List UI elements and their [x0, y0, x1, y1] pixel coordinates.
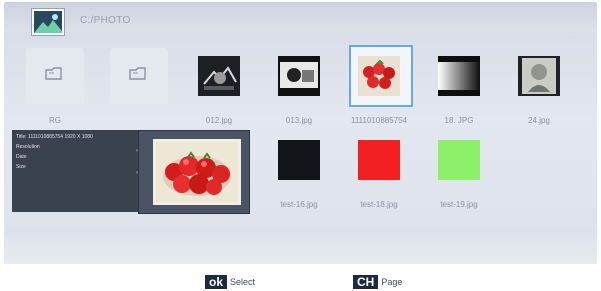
page-indicator: · ·	[567, 35, 573, 41]
folder-tile[interactable]	[110, 48, 168, 104]
photo-thumbnail	[438, 140, 480, 180]
photo-thumbnail	[438, 56, 480, 96]
tile-caption: 1111010885754	[350, 116, 408, 125]
photo-thumbnail	[358, 56, 400, 96]
photo-tile-013[interactable]	[270, 48, 328, 104]
tile-caption: RG	[49, 116, 61, 125]
tile-caption: test-16.jpg	[280, 200, 318, 209]
preview-panel	[138, 130, 250, 214]
bottom-area	[4, 228, 597, 264]
photo-app-icon	[32, 9, 64, 35]
ok-key: ok	[205, 274, 228, 289]
tile-caption: test-19.jpg	[440, 200, 478, 209]
tile-caption: test-18.jpg	[360, 200, 398, 209]
ch-key: CH	[353, 274, 379, 289]
tile-caption: 013.jpg	[285, 116, 313, 125]
tile-caption: 24.jpg	[528, 116, 550, 125]
current-path: C:/PHOTO	[80, 15, 131, 26]
tile-caption: 18. JPG	[444, 116, 474, 125]
ch-page-hint[interactable]: CH Page	[353, 273, 403, 289]
photo-thumbnail	[198, 56, 240, 96]
media-browser-screen: C:/PHOTO · · RG 012.jpg 013.jpg 11110108…	[4, 2, 597, 264]
folder-tile-rg[interactable]	[26, 48, 84, 104]
photo-tile-1111010885754[interactable]	[350, 48, 408, 104]
folder-icon	[129, 67, 146, 80]
photo-tile-test-18[interactable]	[350, 132, 408, 188]
photo-tile-18[interactable]	[430, 48, 488, 104]
photo-tile-test-19[interactable]	[430, 132, 488, 188]
folder-icon	[45, 67, 62, 80]
ok-label: Select	[230, 276, 256, 287]
photo-tile-012[interactable]	[190, 48, 248, 104]
photo-thumbnail	[358, 140, 400, 180]
ch-label: Page	[381, 276, 403, 287]
photo-tile-24[interactable]	[510, 48, 568, 104]
info-size: Size	[16, 164, 26, 170]
tile-caption: 012.jpg	[205, 116, 233, 125]
photo-thumbnail	[278, 56, 320, 96]
file-info-panel: Title: 1111010885754 1920 X 1080 Resolut…	[12, 130, 142, 212]
ok-select-hint[interactable]: ok Select	[205, 273, 256, 289]
info-title: Title: 1111010885754 1920 X 1080	[16, 134, 93, 140]
photo-thumbnail	[518, 56, 560, 96]
photo-tile-test-16[interactable]	[270, 132, 328, 188]
info-resolution: Resolution	[16, 144, 40, 150]
preview-image	[153, 139, 241, 205]
info-date: Date	[16, 154, 27, 160]
photo-thumbnail	[278, 140, 320, 180]
